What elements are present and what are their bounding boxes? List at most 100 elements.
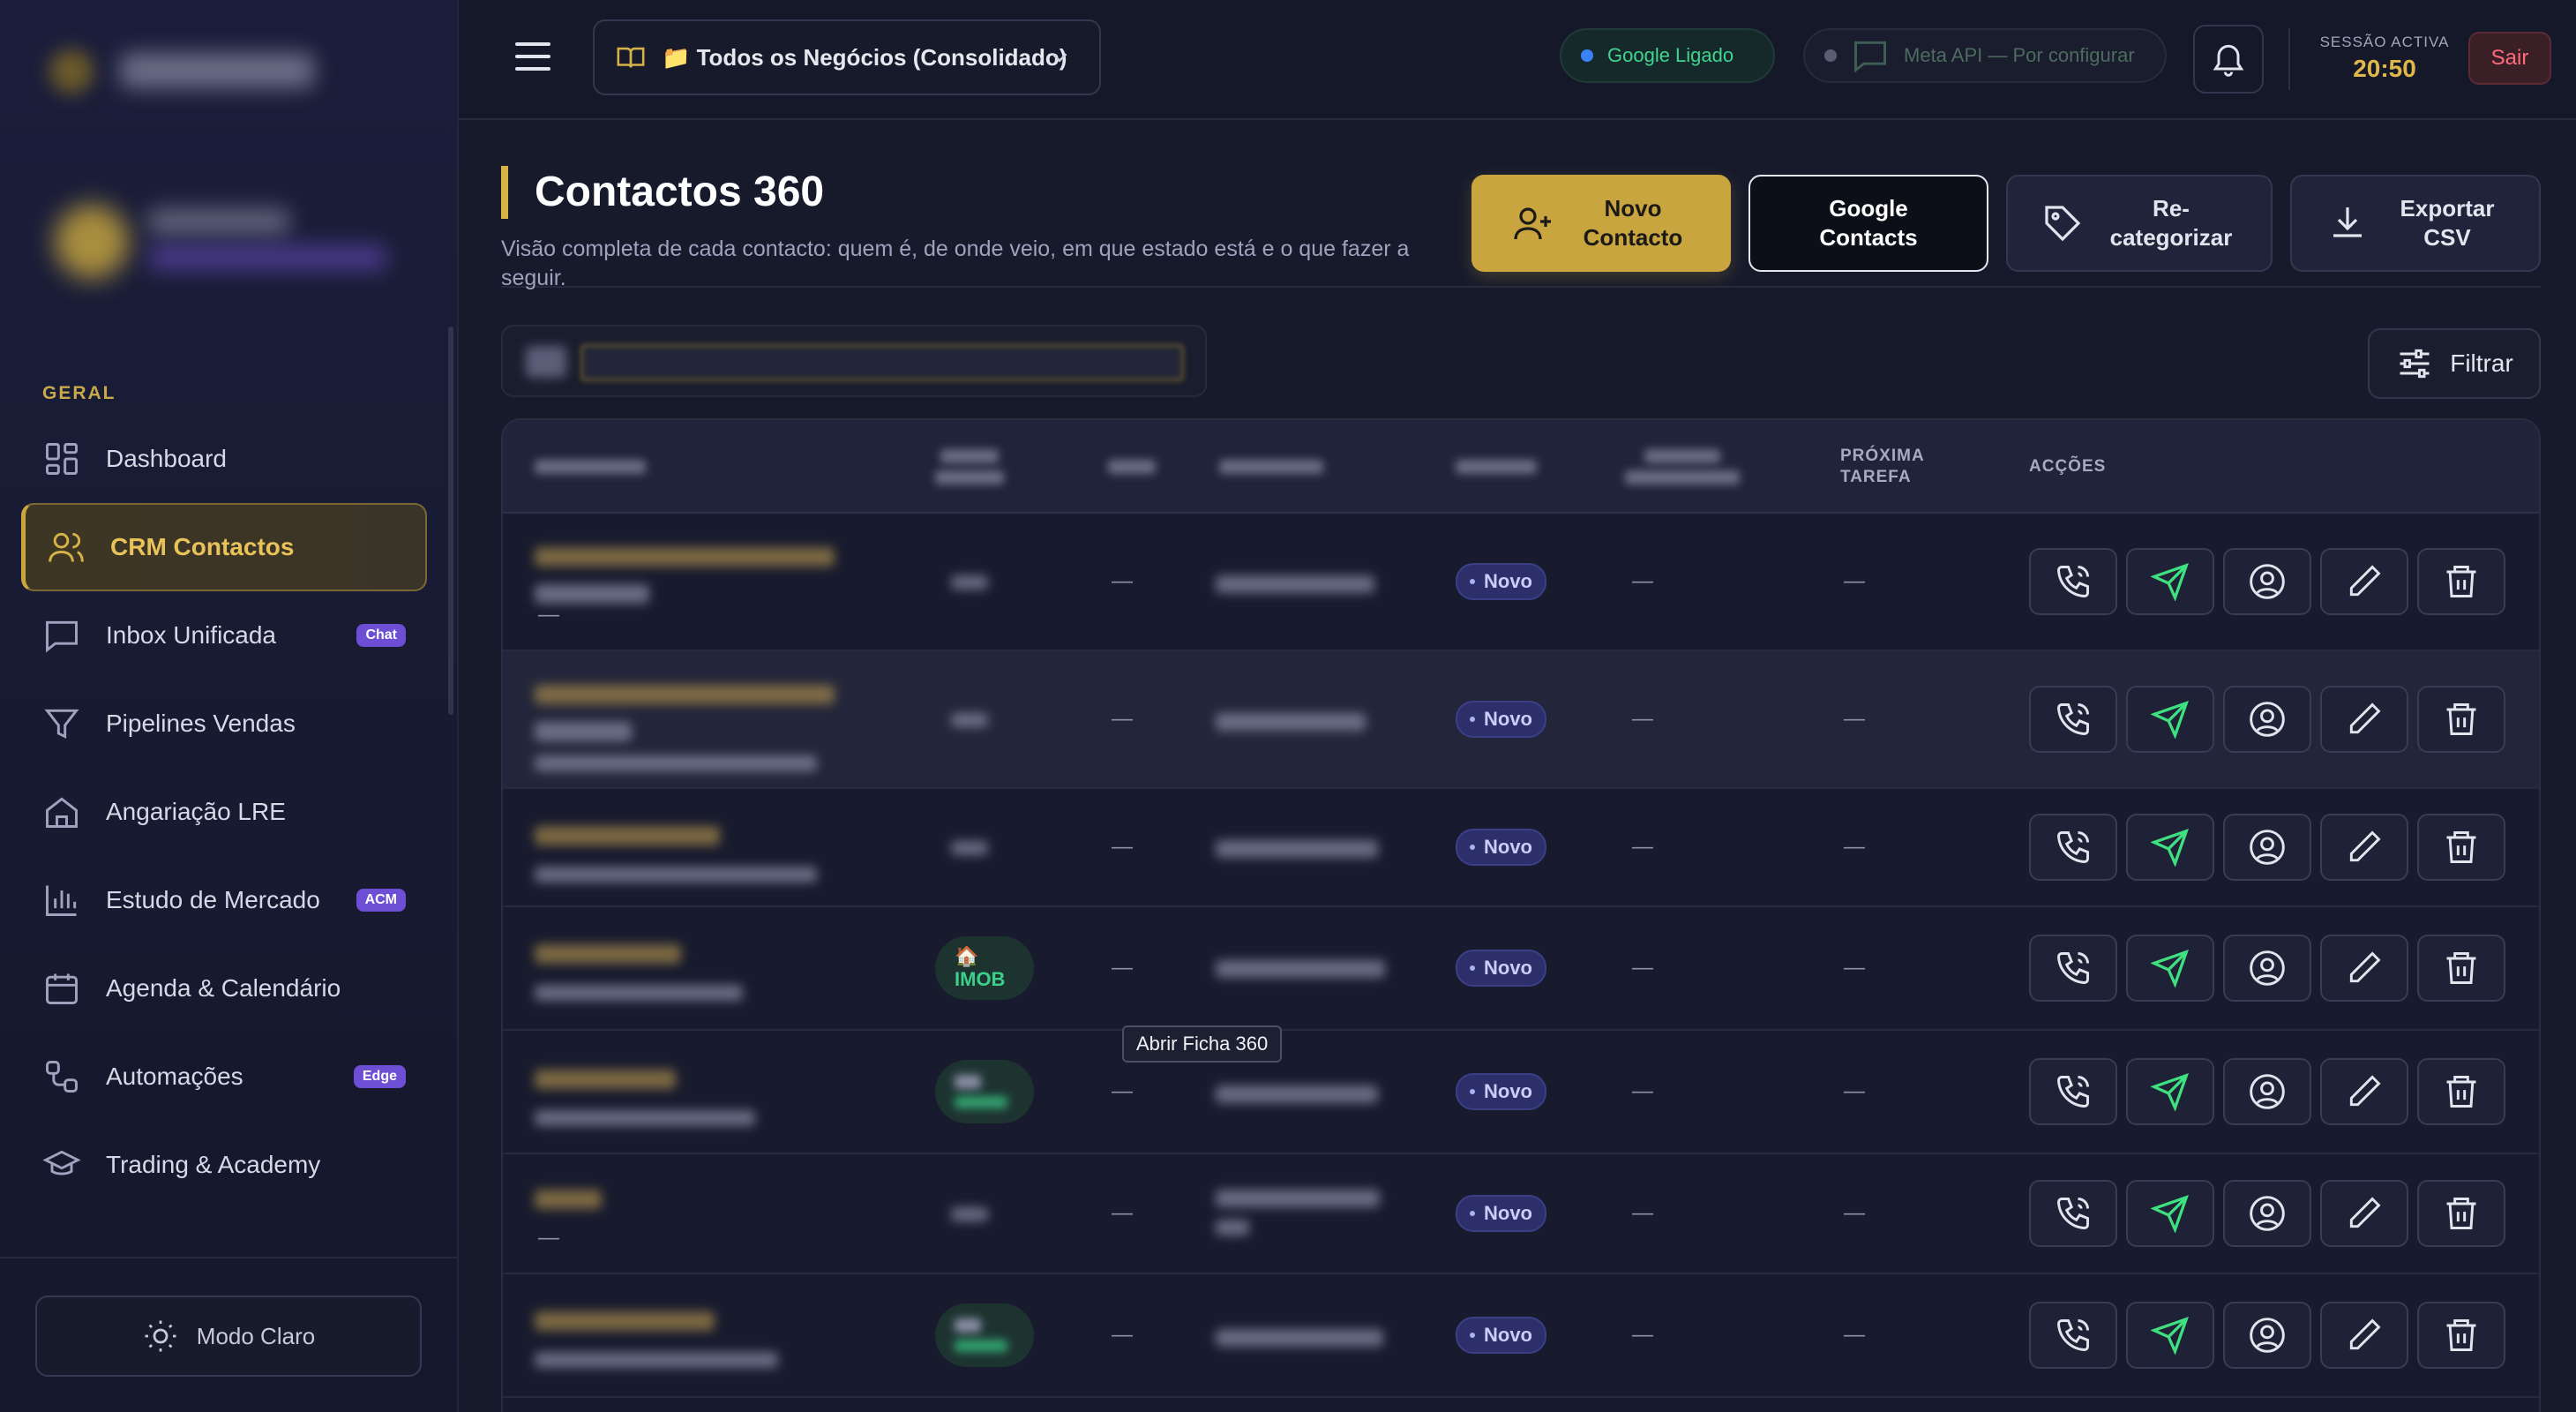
sidebar-item-angariacao[interactable]: Angariação LRE: [21, 768, 427, 856]
status-badge[interactable]: Novo: [1456, 1073, 1546, 1110]
export-csv-label: Exportar CSV: [2400, 195, 2495, 251]
main-content: Contactos 360 Visão completa de cada con…: [501, 120, 2541, 1412]
sidebar-item-dashboard[interactable]: Dashboard: [21, 415, 427, 503]
delete-button[interactable]: [2417, 686, 2505, 753]
open-profile-button[interactable]: [2223, 814, 2311, 881]
sidebar-item-inbox[interactable]: Inbox Unificada Chat: [21, 591, 427, 680]
logout-button[interactable]: Sair: [2468, 32, 2551, 85]
cell-dash: —: [1112, 707, 1133, 731]
edit-button[interactable]: [2320, 935, 2408, 1002]
delete-button[interactable]: [2417, 814, 2505, 881]
sidebar-item-trading[interactable]: Trading & Academy: [21, 1121, 427, 1209]
user-profile-card[interactable]: [42, 194, 413, 291]
funnel-icon: [42, 704, 81, 743]
status-badge[interactable]: Novo: [1456, 701, 1546, 738]
meta-status-pill[interactable]: Meta API — Por configurar: [1803, 28, 2167, 83]
chat-icon: [42, 616, 81, 655]
status-badge[interactable]: Novo: [1456, 1195, 1546, 1232]
column-header-next-task[interactable]: PRÓXIMA TAREFA: [1840, 420, 1946, 514]
call-button[interactable]: [2029, 686, 2117, 753]
brand-logo[interactable]: [41, 41, 323, 102]
edit-button[interactable]: [2320, 548, 2408, 615]
trash-icon: [2442, 828, 2481, 867]
send-message-button[interactable]: [2126, 1058, 2214, 1125]
send-message-button[interactable]: [2126, 814, 2214, 881]
call-button[interactable]: [2029, 935, 2117, 1002]
row-actions: [2029, 686, 2505, 753]
open-profile-button[interactable]: [2223, 686, 2311, 753]
light-mode-button[interactable]: Modo Claro: [35, 1296, 422, 1377]
table-row[interactable]: — — Novo — —: [503, 514, 2539, 651]
delete-button[interactable]: [2417, 1302, 2505, 1369]
pencil-icon: [2345, 700, 2384, 739]
call-button[interactable]: [2029, 814, 2117, 881]
call-button[interactable]: [2029, 1180, 2117, 1247]
edit-button[interactable]: [2320, 1058, 2408, 1125]
send-icon: [2151, 562, 2190, 601]
menu-toggle-button[interactable]: [515, 42, 550, 78]
send-message-button[interactable]: [2126, 1180, 2214, 1247]
delete-button[interactable]: [2417, 548, 2505, 615]
edit-button[interactable]: [2320, 1302, 2408, 1369]
sidebar-scrollbar[interactable]: [448, 327, 453, 715]
call-button[interactable]: [2029, 1058, 2117, 1125]
table-row[interactable]: 🏠 IMOB — Novo — —: [503, 907, 2539, 1031]
google-contacts-button[interactable]: Google Contacts: [1749, 175, 1988, 272]
sidebar-item-automacoes[interactable]: Automações Edge: [21, 1033, 427, 1121]
open-profile-button[interactable]: [2223, 1180, 2311, 1247]
open-profile-button[interactable]: [2223, 935, 2311, 1002]
search-input[interactable]: [580, 344, 1184, 381]
sidebar-item-pipelines[interactable]: Pipelines Vendas: [21, 680, 427, 768]
send-message-button[interactable]: [2126, 548, 2214, 615]
table-row[interactable]: [503, 1398, 2539, 1412]
edit-button[interactable]: [2320, 814, 2408, 881]
next-task-cell: —: [1844, 1201, 1865, 1225]
delete-button[interactable]: [2417, 1180, 2505, 1247]
delete-button[interactable]: [2417, 935, 2505, 1002]
business-select[interactable]: 📁 Todos os Negócios (Consolidado): [593, 19, 1101, 95]
notifications-button[interactable]: [2193, 25, 2264, 94]
export-csv-button[interactable]: Exportar CSV: [2290, 175, 2541, 272]
status-badge[interactable]: Novo: [1456, 1317, 1546, 1354]
open-profile-button[interactable]: [2223, 548, 2311, 615]
sidebar-item-estudo-mercado[interactable]: Estudo de Mercado ACM: [21, 856, 427, 944]
send-message-button[interactable]: [2126, 1302, 2214, 1369]
call-button[interactable]: [2029, 1302, 2117, 1369]
table-row[interactable]: — Novo — —: [503, 789, 2539, 907]
table-row[interactable]: — — Novo — —: [503, 1154, 2539, 1274]
open-profile-button[interactable]: [2223, 1058, 2311, 1125]
table-row[interactable]: — Novo — —: [503, 1274, 2539, 1398]
edit-button[interactable]: [2320, 686, 2408, 753]
row-actions: [2029, 935, 2505, 1002]
column-header-name[interactable]: [535, 420, 646, 514]
status-badge[interactable]: Novo: [1456, 563, 1546, 600]
status-badge[interactable]: Novo: [1456, 829, 1546, 866]
column-header-4[interactable]: [1219, 420, 1323, 514]
sidebar-item-crm-contactos[interactable]: CRM Contactos: [21, 503, 427, 591]
new-contact-button[interactable]: Novo Contacto: [1471, 175, 1731, 272]
call-button[interactable]: [2029, 548, 2117, 615]
filter-button[interactable]: Filtrar: [2368, 328, 2541, 399]
send-message-button[interactable]: [2126, 686, 2214, 753]
column-header-status[interactable]: [1456, 420, 1537, 514]
user-plus-icon: [1514, 207, 1551, 240]
table-row[interactable]: — Novo — —: [503, 651, 2539, 789]
pencil-icon: [2345, 1072, 2384, 1111]
column-header-6[interactable]: [1625, 420, 1740, 514]
source-redacted: [951, 713, 988, 727]
column-header-source[interactable]: [935, 420, 1004, 514]
status-badge[interactable]: Novo: [1456, 950, 1546, 987]
phone-icon: [2054, 562, 2093, 601]
home-icon: [42, 792, 81, 831]
edit-button[interactable]: [2320, 1180, 2408, 1247]
recategorize-button[interactable]: Re-categorizar: [2006, 175, 2273, 272]
table-row[interactable]: — Novo — —: [503, 1031, 2539, 1154]
delete-button[interactable]: [2417, 1058, 2505, 1125]
contact-name-redacted: [535, 685, 835, 704]
section-label-geral: GERAL: [42, 383, 116, 403]
google-status-pill[interactable]: Google Ligado: [1560, 28, 1775, 83]
open-profile-button[interactable]: [2223, 1302, 2311, 1369]
send-message-button[interactable]: [2126, 935, 2214, 1002]
column-header-3[interactable]: [1108, 420, 1156, 514]
sidebar-item-agenda[interactable]: Agenda & Calendário: [21, 944, 427, 1033]
